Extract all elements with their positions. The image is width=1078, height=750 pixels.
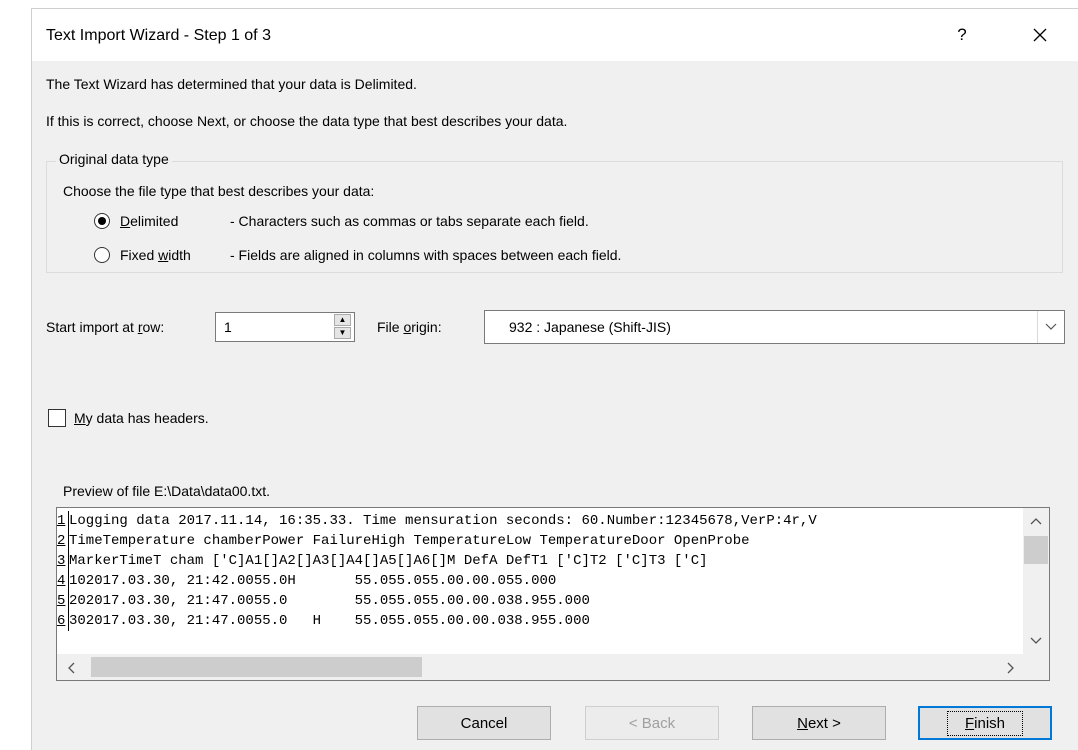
preview-line: 3 MarkerTimeT cham ['C]A1[]A2[]A3[]A4[]A5… [57,551,1023,571]
start-row-value: 1 [224,319,232,335]
chevron-left-icon[interactable] [67,661,75,677]
radio-delimited-label[interactable]: Delimited [120,213,178,229]
file-origin-dropdown-button[interactable] [1037,311,1064,343]
file-origin-label: File origin: [377,319,442,335]
radio-fixed-width-indicator[interactable] [94,247,110,263]
spin-down-button[interactable]: ▼ [334,327,351,339]
radio-fixed-width-description: - Fields are aligned in columns with spa… [230,247,622,263]
my-data-has-headers-label[interactable]: My data has headers. [74,410,209,426]
start-row-input[interactable]: 1 [215,312,334,342]
title-bar: Text Import Wizard - Step 1 of 3 ? [32,9,1078,61]
horizontal-scrollbar[interactable] [57,654,1049,680]
close-icon [1033,28,1047,42]
line-text: 202017.03.30, 21:47.0055.0 55.055.055.00… [69,593,590,609]
original-data-type-legend: Original data type [56,151,172,167]
my-data-has-headers-checkbox[interactable] [48,409,66,427]
line-number: 6 [57,613,66,629]
radio-fixed-width-label[interactable]: Fixed width [120,247,191,263]
intro-text-1: The Text Wizard has determined that your… [46,76,417,92]
preview-line: 1 Logging data 2017.11.14, 16:35.33. Time… [57,511,1023,531]
file-origin-select[interactable]: 932 : Japanese (Shift-JIS) [484,310,1065,344]
file-type-prompt: Choose the file type that best describes… [63,183,375,199]
line-number: 1 [57,513,66,529]
line-number: 2 [57,533,66,549]
file-origin-value: 932 : Japanese (Shift-JIS) [509,319,671,335]
preview-line: 4 102017.03.30, 21:42.0055.0H 55.055.055.… [57,571,1023,591]
preview-line: 2 TimeTemperature chamberPower FailureHig… [57,531,1023,551]
triangle-down-icon: ▼ [338,328,347,337]
spin-up-button[interactable]: ▲ [334,314,351,326]
dialog-title: Text Import Wizard - Step 1 of 3 [46,27,271,44]
chevron-up-icon[interactable] [1030,512,1042,528]
preview-label: Preview of file E:\Data\data00.txt. [63,483,270,499]
line-number: 3 [57,553,66,569]
line-text: 302017.03.30, 21:47.0055.0 H 55.055.055.… [69,613,590,629]
line-number: 4 [57,573,66,589]
line-text: TimeTemperature chamberPower FailureHigh… [69,533,750,549]
back-button[interactable]: < Back [585,706,719,740]
intro-text-2: If this is correct, choose Next, or choo… [46,113,568,129]
preview-pane[interactable]: 1 Logging data 2017.11.14, 16:35.33. Time… [56,507,1050,681]
chevron-right-icon[interactable] [1007,661,1015,677]
line-text: MarkerTimeT cham ['C]A1[]A2[]A3[]A4[]A5[… [69,553,708,569]
next-button[interactable]: Next > [752,706,886,740]
vertical-scrollbar[interactable] [1023,508,1049,654]
chevron-down-icon [1045,323,1057,330]
triangle-up-icon: ▲ [338,315,347,324]
radio-delimited-description: - Characters such as commas or tabs sepa… [230,213,589,229]
cancel-button[interactable]: Cancel [417,706,551,740]
radio-delimited-indicator[interactable] [94,213,110,229]
start-row-label: Start import at row: [46,319,165,335]
line-text: Logging data 2017.11.14, 16:35.33. Time … [69,513,817,529]
close-button[interactable] [1018,17,1062,53]
preview-line: 5 202017.03.30, 21:47.0055.0 55.055.055.0… [57,591,1023,611]
line-number: 5 [57,593,66,609]
chevron-down-icon[interactable] [1030,632,1042,648]
horizontal-scroll-thumb[interactable] [91,657,422,677]
line-text: 102017.03.30, 21:42.0055.0H 55.055.055.0… [69,573,557,589]
text-import-wizard-dialog: Text Import Wizard - Step 1 of 3 ? The T… [31,8,1078,750]
help-button[interactable]: ? [944,17,980,53]
preview-line: 6 302017.03.30, 21:47.0055.0 H 55.055.055… [57,611,1023,631]
preview-text-area: 1 Logging data 2017.11.14, 16:35.33. Time… [57,511,1023,646]
vertical-scroll-thumb[interactable] [1024,536,1048,564]
start-row-spinner[interactable]: ▲ ▼ [333,312,355,342]
finish-button[interactable]: Finish [918,706,1052,740]
